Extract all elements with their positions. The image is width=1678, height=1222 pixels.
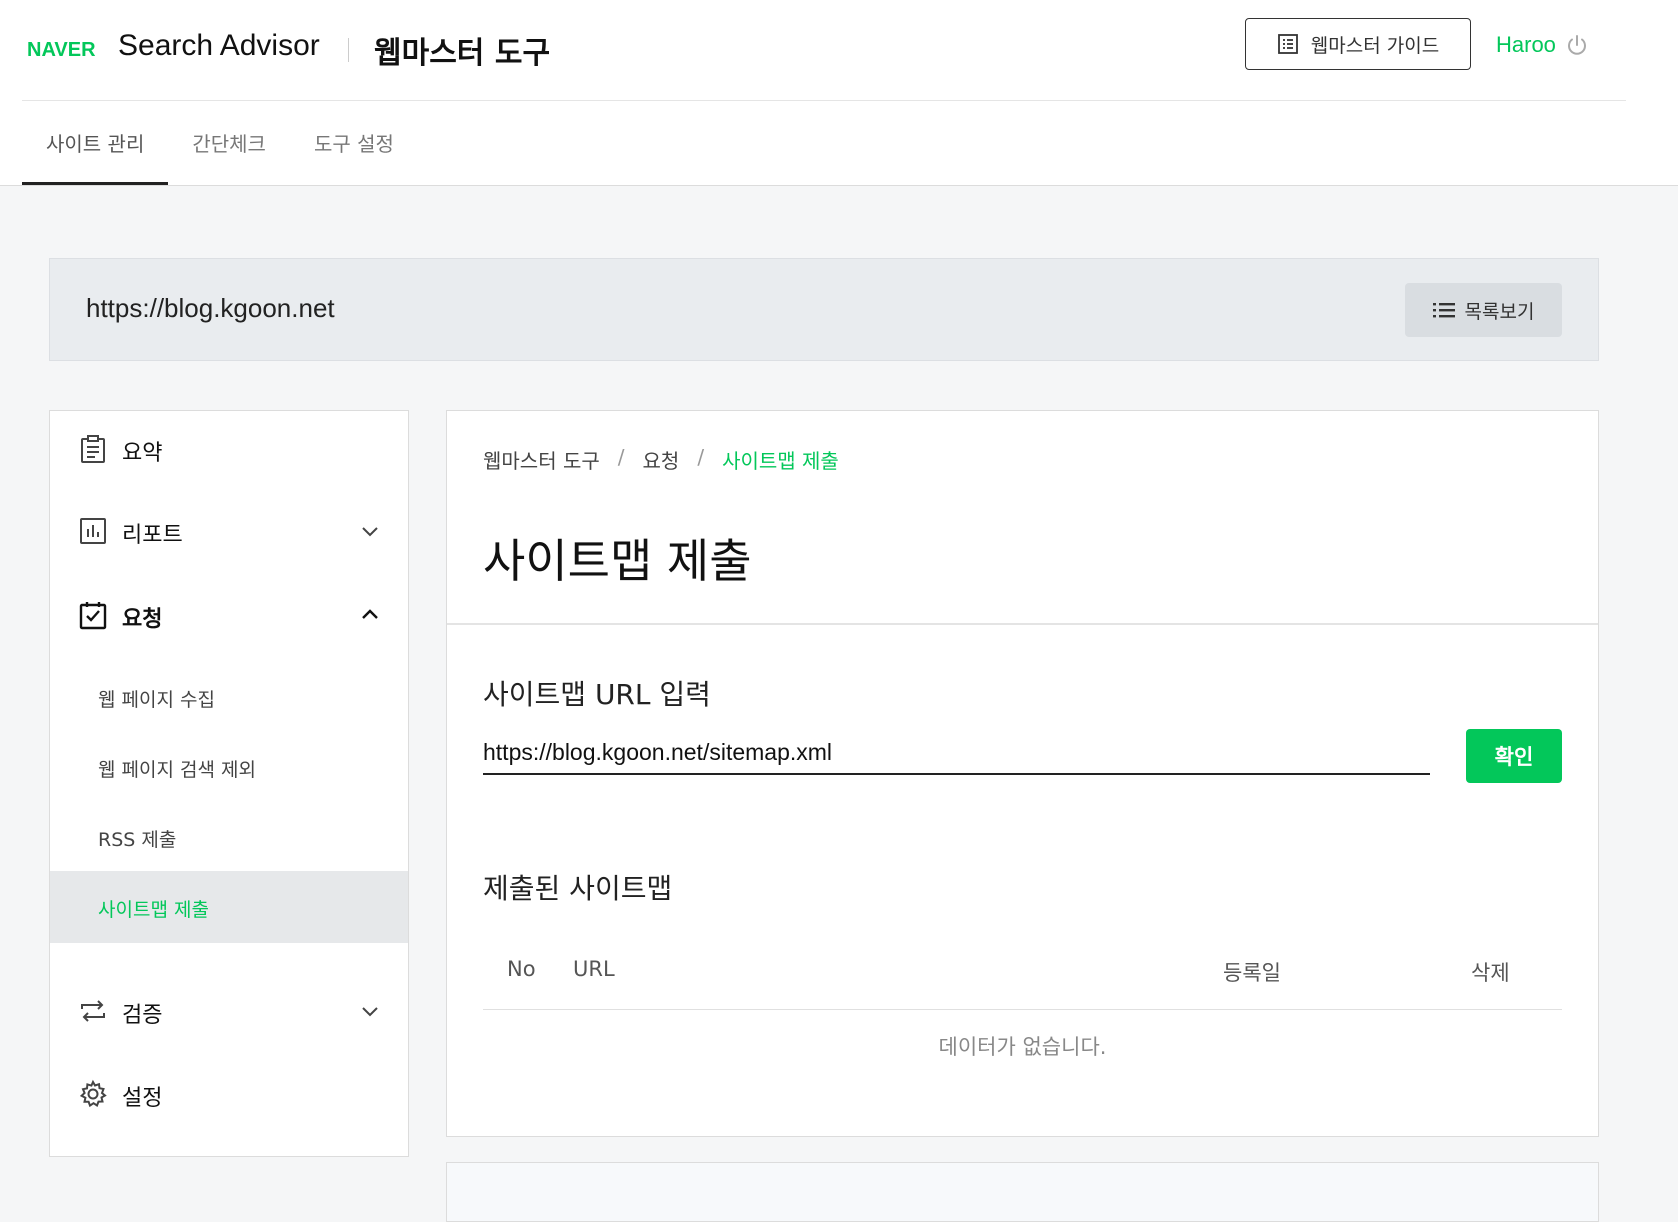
sidebar-item-request[interactable]: 요청: [50, 585, 408, 645]
tool-title: 웹마스터 도구: [374, 36, 551, 71]
sidebar-report-label: 리포트: [122, 523, 183, 548]
chevron-down-icon: [362, 527, 378, 537]
subitem-label: RSS 제출: [98, 829, 177, 851]
list-view-button[interactable]: 목록보기: [1405, 283, 1562, 337]
guide-button-label: 웹마스터 가이드: [1310, 34, 1440, 57]
naver-logo[interactable]: NAVER: [27, 39, 96, 62]
sidebar-summary-label: 요약: [122, 441, 163, 466]
subitem-label: 웹 페이지 수집: [98, 689, 215, 711]
current-site-url: https://blog.kgoon.net: [86, 293, 335, 323]
guide-document-icon: [1277, 34, 1298, 54]
sidebar: 요약 리포트 요청 웹 페이지 수집 웹 페이지 검색 제외 RSS 제출 사이…: [49, 410, 409, 1157]
sidebar-subitem-web-page-exclude[interactable]: 웹 페이지 검색 제외: [50, 731, 408, 803]
user-menu: Haroo: [1496, 32, 1588, 58]
clipboard-check-icon: [79, 602, 107, 630]
breadcrumb-separator: /: [697, 445, 705, 469]
sidebar-verify-label: 검증: [122, 1003, 163, 1028]
site-bar: https://blog.kgoon.net 목록보기: [49, 258, 1599, 361]
sidebar-item-summary[interactable]: 요약: [50, 419, 408, 479]
header: NAVER Search Advisor 웹마스터 도구 웹마스터 가이드 Ha…: [22, 0, 1626, 101]
list-icon: [1432, 303, 1455, 318]
sitemap-url-input[interactable]: [483, 731, 1430, 775]
table-header: No URL 등록일 삭제: [483, 937, 1562, 1010]
column-header-url: URL: [573, 957, 615, 981]
column-header-no: No: [507, 957, 536, 981]
power-icon[interactable]: [1566, 34, 1588, 56]
tab-quick-check[interactable]: 간단체크: [168, 100, 290, 185]
webmaster-guide-button[interactable]: 웹마스터 가이드: [1245, 18, 1471, 70]
breadcrumb-separator: /: [617, 445, 625, 469]
chevron-down-icon: [362, 1007, 378, 1017]
sidebar-subitem-sitemap-submit[interactable]: 사이트맵 제출: [50, 871, 408, 943]
username-link[interactable]: Haroo: [1496, 32, 1556, 58]
subitem-label: 사이트맵 제출: [98, 899, 209, 921]
submitted-sitemaps-label: 제출된 사이트맵: [483, 872, 673, 905]
sitemap-url-label: 사이트맵 URL 입력: [483, 678, 711, 711]
column-header-date: 등록일: [1223, 961, 1281, 985]
clipboard-icon: [81, 435, 105, 463]
chevron-up-icon: [362, 609, 378, 619]
list-button-label: 목록보기: [1464, 300, 1535, 323]
title-divider: [447, 623, 1598, 625]
bar-chart-icon: [80, 518, 106, 544]
breadcrumb-item-webmaster[interactable]: 웹마스터 도구: [483, 445, 600, 474]
empty-table-message: 데이터가 없습니다.: [938, 1035, 1107, 1059]
tab-site-management[interactable]: 사이트 관리: [22, 100, 169, 185]
main-tabs: 사이트 관리 간단체크 도구 설정: [22, 100, 418, 185]
sidebar-item-verify[interactable]: 검증: [50, 981, 408, 1041]
confirm-button[interactable]: 확인: [1466, 729, 1562, 783]
breadcrumb: 웹마스터 도구 / 요청 / 사이트맵 제출: [483, 445, 839, 474]
sidebar-subitem-web-page-collect[interactable]: 웹 페이지 수집: [50, 661, 408, 733]
sidebar-settings-label: 설정: [122, 1086, 163, 1111]
sidebar-request-label: 요청: [122, 607, 163, 632]
sidebar-subitem-rss-submit[interactable]: RSS 제출: [50, 801, 408, 873]
breadcrumb-item-current: 사이트맵 제출: [722, 449, 839, 473]
repeat-arrows-icon: [81, 1000, 105, 1022]
breadcrumb-item-request[interactable]: 요청: [643, 445, 680, 474]
subitem-label: 웹 페이지 검색 제외: [98, 759, 256, 781]
sidebar-item-settings[interactable]: 설정: [50, 1064, 408, 1124]
top-bar: NAVER Search Advisor 웹마스터 도구 웹마스터 가이드 Ha…: [0, 0, 1678, 186]
product-name[interactable]: Search Advisor: [118, 29, 320, 63]
sidebar-item-report[interactable]: 리포트: [50, 501, 408, 561]
header-divider: [348, 38, 349, 62]
column-header-delete: 삭제: [1471, 961, 1510, 985]
tab-tool-settings[interactable]: 도구 설정: [290, 100, 418, 185]
next-section-card: [446, 1162, 1599, 1222]
main-panel: 웹마스터 도구 / 요청 / 사이트맵 제출 사이트맵 제출 사이트맵 URL …: [446, 410, 1599, 1137]
gear-icon: [79, 1079, 107, 1108]
page-title: 사이트맵 제출: [483, 534, 752, 588]
